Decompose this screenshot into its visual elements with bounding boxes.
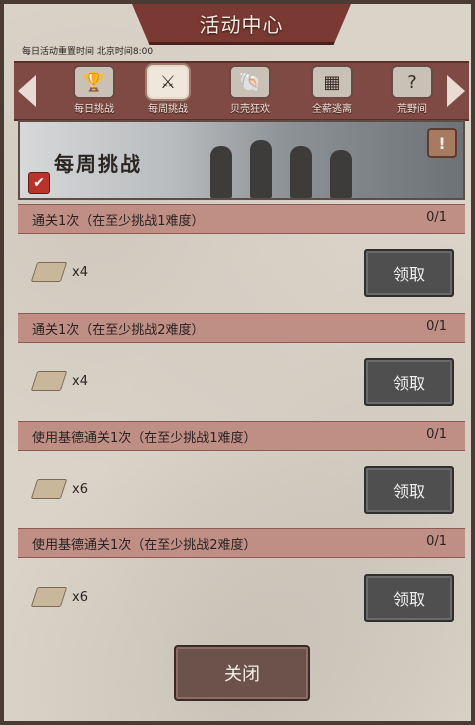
tab-daily-challenge[interactable]: 🏆 每日挑战	[66, 65, 122, 115]
info-button[interactable]: !	[427, 128, 457, 158]
tab-wilderness[interactable]: ? 荒野间	[384, 65, 440, 115]
claim-button[interactable]: 领取	[364, 466, 454, 514]
shell-icon: 🐚	[229, 65, 271, 99]
tab-label: 全薪逃离	[312, 104, 352, 115]
task-progress: 0/1	[426, 210, 447, 225]
tab-label: 荒野间	[397, 104, 427, 115]
trophy-icon: 🏆	[73, 65, 115, 99]
reward-count: x4	[72, 264, 88, 280]
character-silhouette	[330, 150, 352, 198]
tab-next-arrow-icon[interactable]	[447, 75, 465, 107]
task-header: 通关1次（在至少挑战2难度） 0/1	[18, 313, 465, 343]
task-header: 使用基德通关1次（在至少挑战1难度） 0/1	[18, 421, 465, 451]
title-banner: 活动中心	[132, 4, 351, 45]
scroll-ticket-icon	[30, 587, 68, 607]
scroll-ticket-icon	[30, 479, 68, 499]
tab-label: 每周挑战	[148, 104, 188, 115]
tab-weekly-challenge[interactable]: ⚔ 每周挑战	[140, 65, 196, 115]
crossed-axes-icon: ⚔	[147, 65, 189, 99]
reward-item: x6	[30, 585, 114, 609]
tab-label: 贝壳狂欢	[230, 104, 270, 115]
claim-button[interactable]: 领取	[364, 574, 454, 622]
reward-item: x6	[30, 477, 114, 501]
page-title: 活动中心	[199, 12, 284, 37]
task-title: 通关1次（在至少挑战2难度）	[32, 323, 205, 338]
task-title: 使用基德通关1次（在至少挑战1难度）	[32, 431, 257, 446]
tab-label: 每日挑战	[74, 104, 114, 115]
character-silhouette	[210, 146, 232, 198]
reset-note: 每日活动重置时间 北京时间8:00	[22, 47, 154, 57]
activity-center-window: 活动中心 每日活动重置时间 北京时间8:00 🏆 每日挑战 ⚔ 每周挑战 🐚 贝…	[0, 0, 475, 725]
task-header: 使用基德通关1次（在至少挑战2难度） 0/1	[18, 528, 465, 558]
task-progress: 0/1	[426, 534, 447, 549]
task-title: 通关1次（在至少挑战1难度）	[32, 214, 205, 229]
task-progress: 0/1	[426, 319, 447, 334]
reward-count: x6	[72, 589, 88, 605]
weekly-challenge-banner: 每周挑战 ✔ !	[18, 120, 465, 200]
character-silhouette	[290, 146, 312, 198]
reward-count: x4	[72, 373, 88, 389]
task-title: 使用基德通关1次（在至少挑战2难度）	[32, 538, 257, 553]
claim-button[interactable]: 领取	[364, 358, 454, 406]
banner-title: 每周挑战	[54, 152, 142, 176]
tab-shell-carnival[interactable]: 🐚 贝壳狂欢	[222, 65, 278, 115]
cage-icon: ▦	[311, 65, 353, 99]
reward-item: x4	[30, 260, 114, 284]
tab-prev-arrow-icon[interactable]	[18, 75, 36, 107]
reward-count: x6	[72, 481, 88, 497]
scroll-ticket-icon	[30, 371, 68, 391]
reward-item: x4	[30, 369, 114, 393]
task-header: 通关1次（在至少挑战1难度） 0/1	[18, 204, 465, 234]
tab-strip: 🏆 每日挑战 ⚔ 每周挑战 🐚 贝壳狂欢 ▦ 全薪逃离 ? 荒野间	[14, 61, 469, 121]
checkmark-icon: ✔	[28, 172, 50, 194]
task-progress: 0/1	[426, 427, 447, 442]
character-silhouette	[250, 140, 272, 198]
question-icon: ?	[391, 65, 433, 99]
close-button[interactable]: 关闭	[174, 645, 310, 701]
tab-full-escape[interactable]: ▦ 全薪逃离	[304, 65, 360, 115]
scroll-ticket-icon	[30, 262, 68, 282]
claim-button[interactable]: 领取	[364, 249, 454, 297]
